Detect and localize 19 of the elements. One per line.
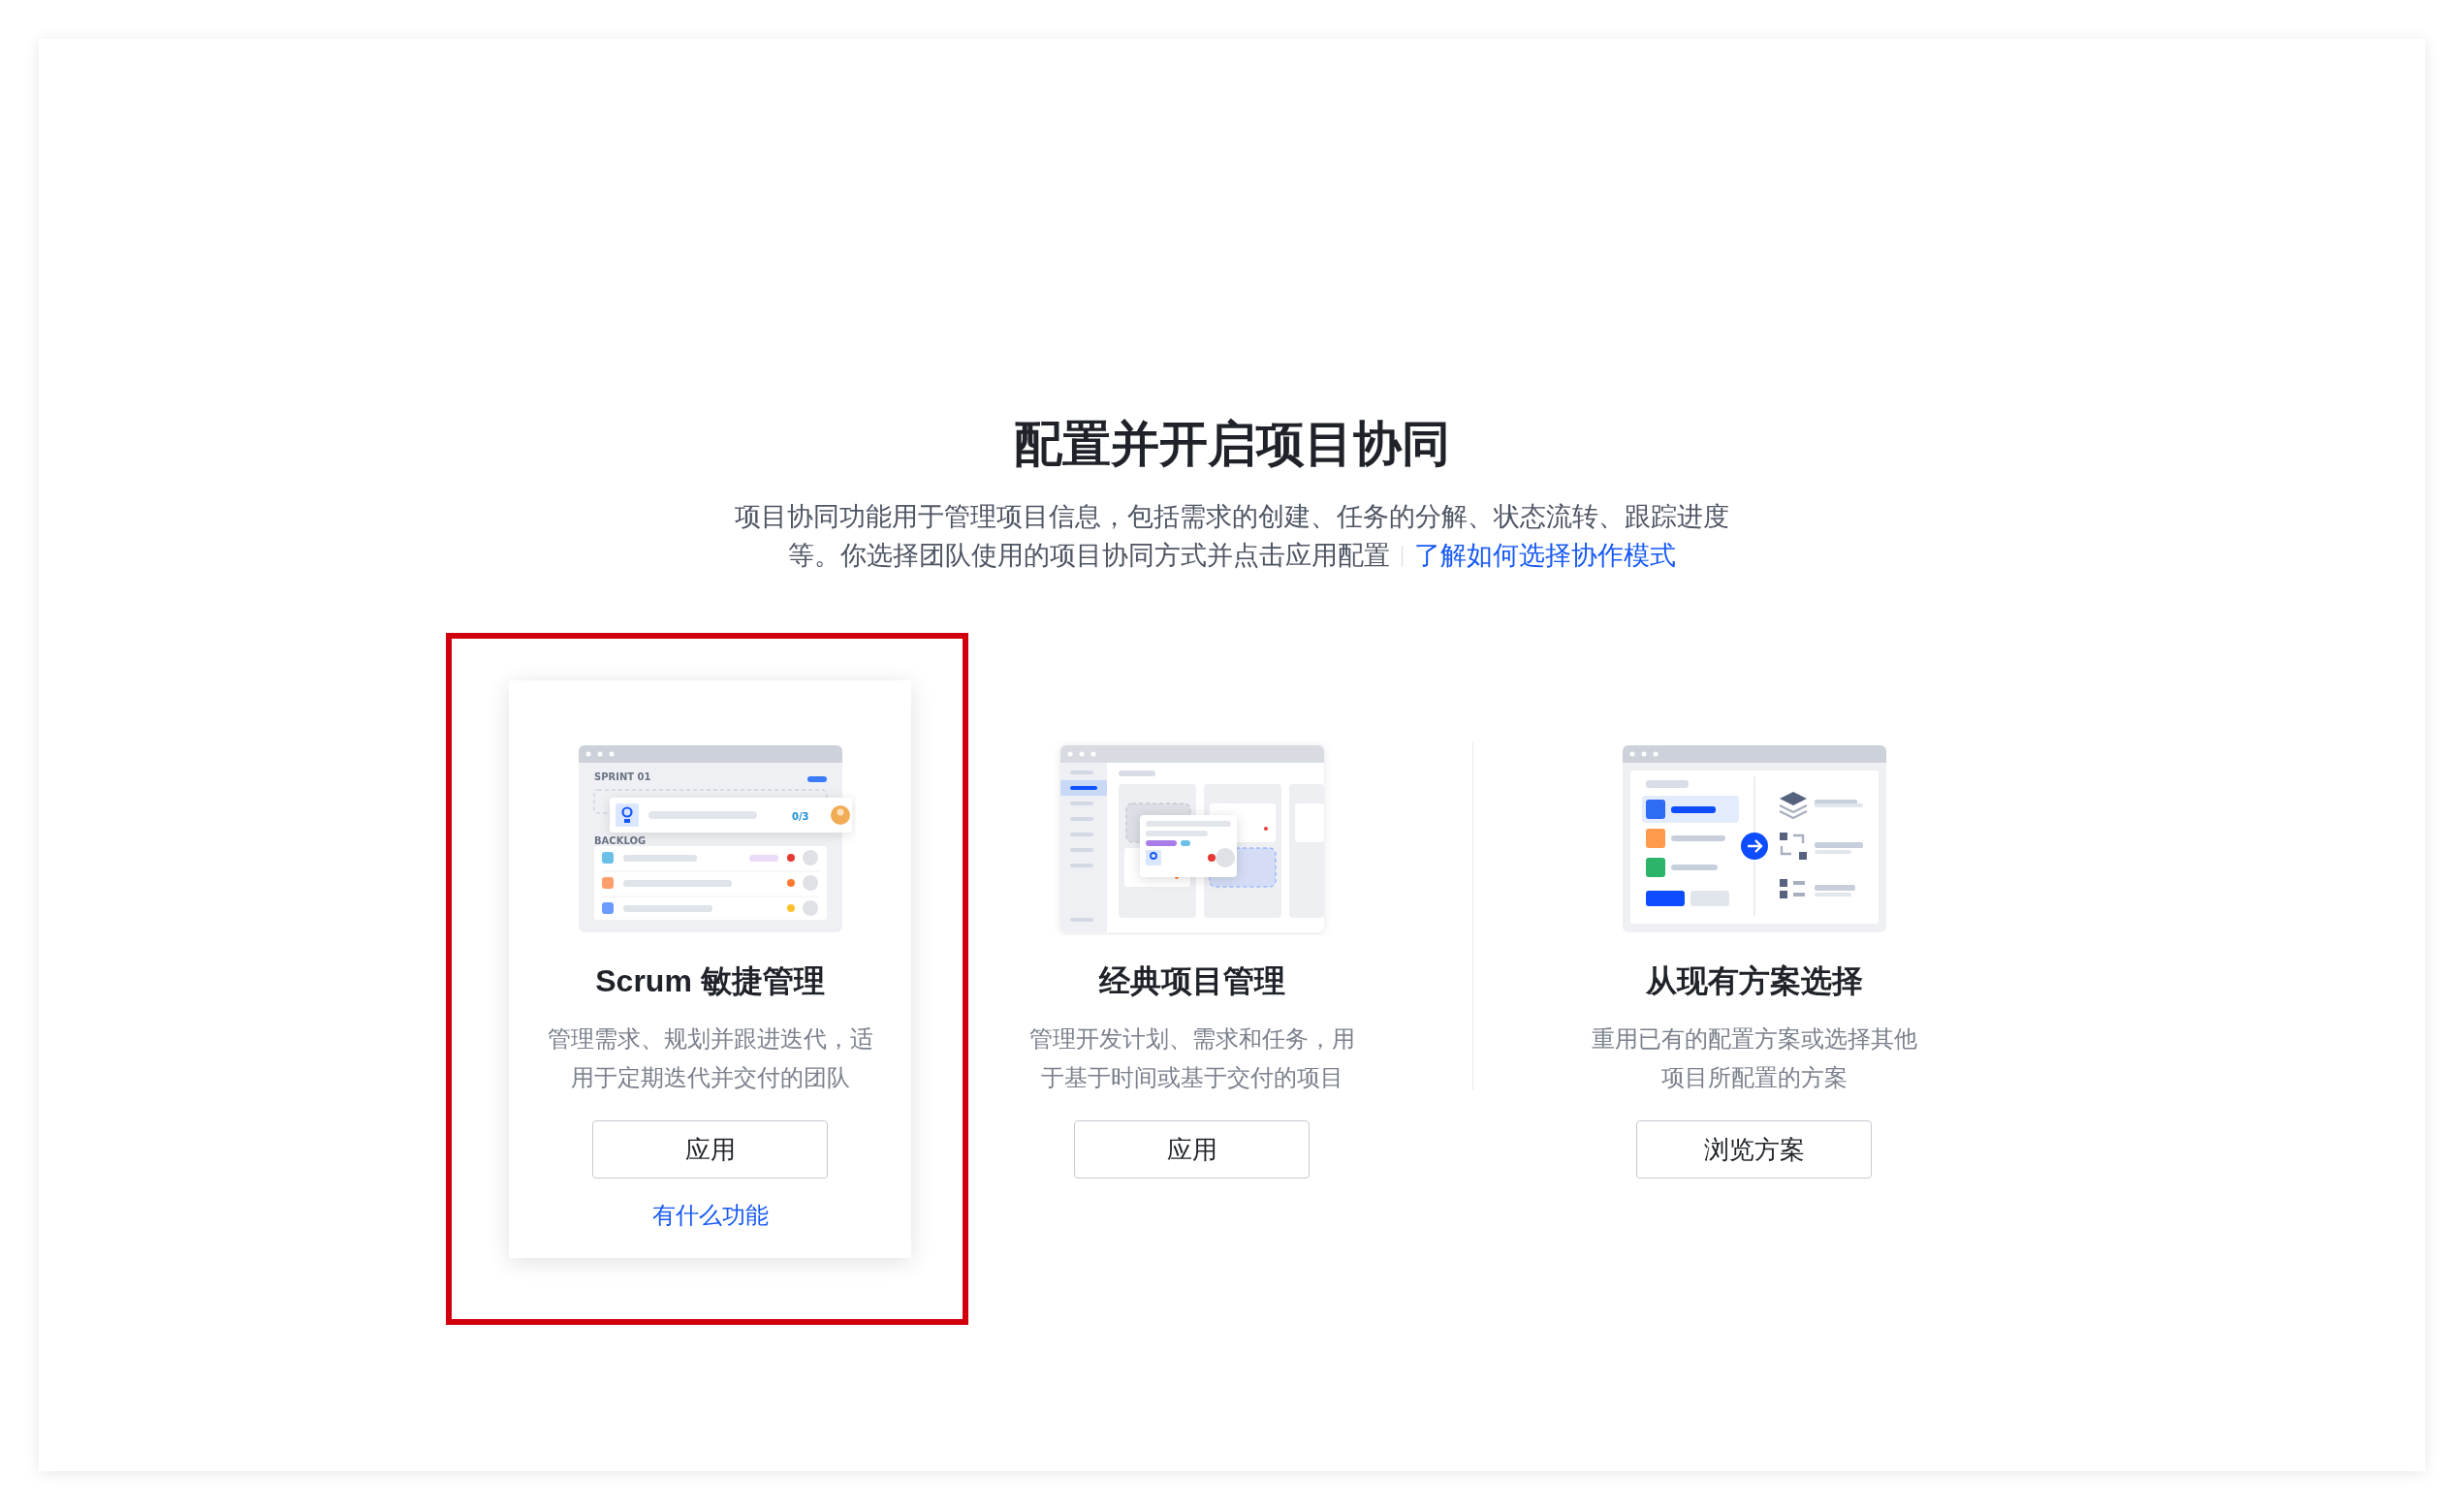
page-title: 配置并开启项目协同 — [1014, 416, 1450, 473]
apply-button[interactable]: 应用 — [1074, 1120, 1310, 1179]
card-title: Scrum 敏捷管理 — [595, 962, 825, 1000]
option-card[interactable]: 从现有方案选择 重用已有的配置方案或选择其他项目所配置的方案 浏览方案 — [1553, 680, 1955, 1258]
sprint-label: SPRINT 01 — [593, 771, 651, 782]
card-description: 管理需求、规划并跟进迭代，适用于定期迭代并交付的团队 — [546, 1024, 874, 1092]
card-title: 经典项目管理 — [1098, 962, 1285, 1000]
apply-button[interactable]: 浏览方案 — [1636, 1120, 1872, 1179]
help-link[interactable]: 了解如何选择协作模式 — [1414, 541, 1677, 570]
backlog-label: BACKLOG — [593, 835, 646, 846]
option-card[interactable]: SPRINT 01 BACKLOG 0/3 Scrum 敏捷管理 管理需求、规划并跟进迭代，适用于定期迭代并交付的团队 应用 有什么功能 — [509, 680, 911, 1258]
apply-button[interactable]: 应用 — [592, 1120, 828, 1179]
option-card[interactable]: 经典项目管理 管理开发计划、需求和任务，用于基于时间或基于交付的项目 应用 — [991, 680, 1393, 1258]
features-link[interactable]: 有什么功能 — [651, 1198, 769, 1233]
card-title: 从现有方案选择 — [1645, 962, 1863, 1000]
intro-text: 项目协同功能用于管理项目信息，包括需求的创建、任务的分解、状态流转、跟踪进度等。你选择团队使用的项目协同方式并点击应用配置 了解如何选择协作模式 — [734, 501, 1730, 572]
card-description: 重用已有的配置方案或选择其他项目所配置的方案 — [1590, 1024, 1918, 1092]
progress-count: 0/3 — [791, 811, 809, 822]
card-description: 管理开发计划、需求和任务，用于基于时间或基于交付的项目 — [1027, 1024, 1356, 1092]
